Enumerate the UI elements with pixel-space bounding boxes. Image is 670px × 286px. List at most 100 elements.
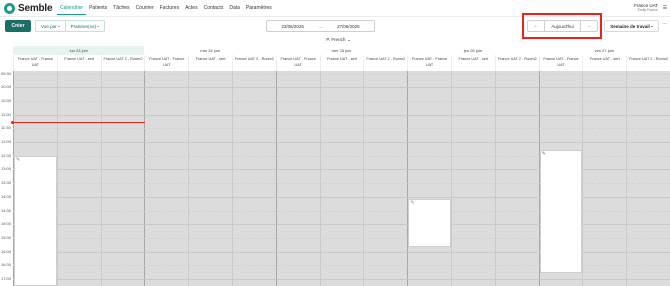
time-label: 12:30 — [1, 152, 12, 158]
day-header[interactable]: ven 27 juin — [539, 46, 670, 55]
resource-column[interactable] — [451, 71, 495, 286]
resource-column[interactable] — [56, 71, 101, 286]
nav-item-courrier[interactable]: Courrier — [133, 3, 157, 15]
resource-column[interactable] — [188, 71, 232, 286]
semble-logo[interactable]: Semble — [4, 2, 53, 15]
highlight-box — [522, 13, 602, 39]
resource-header: France UAT 2 - Room2 — [494, 55, 539, 71]
view-filter-group: Vue par Praticien(ne) — [35, 20, 106, 32]
resource-column[interactable] — [144, 71, 188, 286]
resource-column[interactable] — [626, 71, 670, 286]
view-by-dropdown[interactable]: Vue par — [36, 21, 65, 31]
resource-column[interactable] — [363, 71, 407, 286]
practitioner-filter[interactable]: P. French — [318, 37, 358, 42]
resource-header: France UAT - France UAT — [407, 55, 451, 71]
time-label: 12:00 — [1, 139, 12, 144]
nav-item-contacts[interactable]: Contacts — [201, 3, 227, 15]
pencil-icon[interactable]: ✎ — [542, 152, 546, 157]
nav-item-parametres[interactable]: Paramètres — [243, 3, 275, 15]
account-menu[interactable]: France UAT Emily France — [634, 3, 658, 13]
pencil-icon[interactable]: ✎ — [16, 158, 20, 163]
time-gridline — [13, 114, 670, 116]
account-user: Emily France — [637, 8, 658, 12]
time-label: 13:30 — [1, 180, 12, 186]
time-label: 09:30 — [1, 70, 12, 76]
time-label: 15:00 — [1, 221, 12, 227]
view-by-label: Vue par — [41, 23, 57, 29]
resource-header: France UAT - sert — [56, 55, 101, 71]
resource-header: France UAT 2 - Room2 — [100, 55, 145, 71]
chevron-down-icon — [57, 25, 60, 27]
time-label: 16:30 — [1, 262, 12, 268]
time-label: 17:00 — [1, 276, 12, 281]
time-label: 16:00 — [1, 248, 12, 254]
time-label: 11:00 — [1, 111, 11, 117]
available-slot[interactable]: ✎ — [539, 150, 583, 273]
practitioners-label: Praticien(ne) — [70, 23, 97, 29]
resource-header: France UAT - sert — [188, 55, 232, 71]
account-menu-icon[interactable]: ☰ — [662, 5, 668, 11]
time-gridline — [13, 100, 670, 102]
nav-item-data[interactable]: Data — [226, 3, 243, 15]
time-gridline — [13, 279, 670, 280]
time-label: 11:30 — [1, 125, 11, 131]
time-gridline — [13, 128, 670, 130]
resource-header: France UAT 2 - Room2 — [232, 55, 276, 71]
day-header[interactable]: mar 24 juin — [144, 46, 275, 55]
nav-item-actes[interactable]: Actes — [182, 3, 201, 15]
resource-header: France UAT - sert — [319, 55, 364, 71]
resource-column[interactable] — [494, 71, 539, 286]
chevron-down-icon — [97, 25, 100, 27]
chevron-down-icon — [650, 25, 653, 27]
time-label: 14:00 — [1, 193, 12, 199]
resource-column[interactable] — [407, 71, 451, 286]
time-label: 14:30 — [1, 207, 12, 213]
nav-item-taches[interactable]: Tâches — [110, 3, 132, 15]
semble-logo-icon — [4, 3, 15, 14]
resource-header: France UAT - France UAT — [144, 55, 188, 71]
pencil-icon[interactable]: ✎ — [410, 201, 414, 206]
resource-column[interactable] — [582, 71, 626, 286]
date-range-picker[interactable]: 23/06/2025 → 27/06/2025 — [266, 20, 375, 32]
resource-header: France UAT 2 - Room2 — [626, 55, 670, 71]
day-header[interactable]: jeu 26 juin — [407, 46, 538, 55]
main-nav: Calendrier Patients Tâches Courrier Fact… — [57, 3, 275, 15]
date-from-field[interactable]: 23/06/2025 — [267, 24, 318, 29]
calendar-view: lun 23 juin mar 24 juin mer 25 juin jeu 26 … — [0, 46, 670, 286]
day-header[interactable]: mer 25 juin — [276, 46, 407, 55]
nav-item-calendrier[interactable]: Calendrier — [57, 3, 87, 15]
resource-header: France UAT - sert — [582, 55, 626, 71]
practitioners-dropdown[interactable]: Praticien(ne) — [64, 21, 105, 31]
available-slot[interactable]: ✎ — [14, 156, 57, 286]
time-label: 10:00 — [1, 84, 12, 90]
nav-item-factures[interactable]: Factures — [157, 3, 182, 15]
resource-header: France UAT - France UAT — [275, 55, 320, 71]
day-header[interactable]: lun 23 juin — [13, 46, 145, 55]
more-options-icon[interactable]: ··· — [662, 21, 667, 27]
current-time-line — [13, 122, 145, 124]
resource-header: France UAT - France UAT — [538, 55, 583, 71]
week-view-dropdown[interactable]: Semaine de travail — [604, 20, 659, 32]
logo-text: Semble — [18, 3, 53, 14]
available-slot[interactable]: ✎ — [408, 199, 451, 247]
time-gridline — [13, 73, 670, 75]
practitioner-filter-label: P. French — [326, 37, 346, 42]
date-to-field[interactable]: 27/06/2025 — [323, 24, 374, 29]
calendar-grid: ✎ ✎ ✎ — [11, 71, 670, 286]
resource-column[interactable] — [232, 71, 276, 286]
resource-header: France UAT - sert — [451, 55, 495, 71]
time-gridline — [13, 87, 670, 89]
time-label: 10:30 — [1, 97, 12, 103]
time-gridline — [13, 142, 670, 143]
time-label: 13:00 — [1, 166, 12, 172]
chevron-down-icon — [347, 40, 350, 41]
resource-header: France UAT 2 - Room2 — [363, 55, 407, 71]
nav-item-patients[interactable]: Patients — [86, 3, 110, 15]
week-view-label: Semaine de travail — [610, 23, 650, 29]
resource-column[interactable] — [100, 71, 145, 286]
resource-column[interactable] — [319, 71, 364, 286]
time-label: 15:30 — [1, 234, 12, 240]
resource-column[interactable] — [275, 71, 320, 286]
create-button[interactable]: Créer — [5, 20, 31, 32]
resource-header: France UAT - France UAT — [13, 55, 57, 71]
